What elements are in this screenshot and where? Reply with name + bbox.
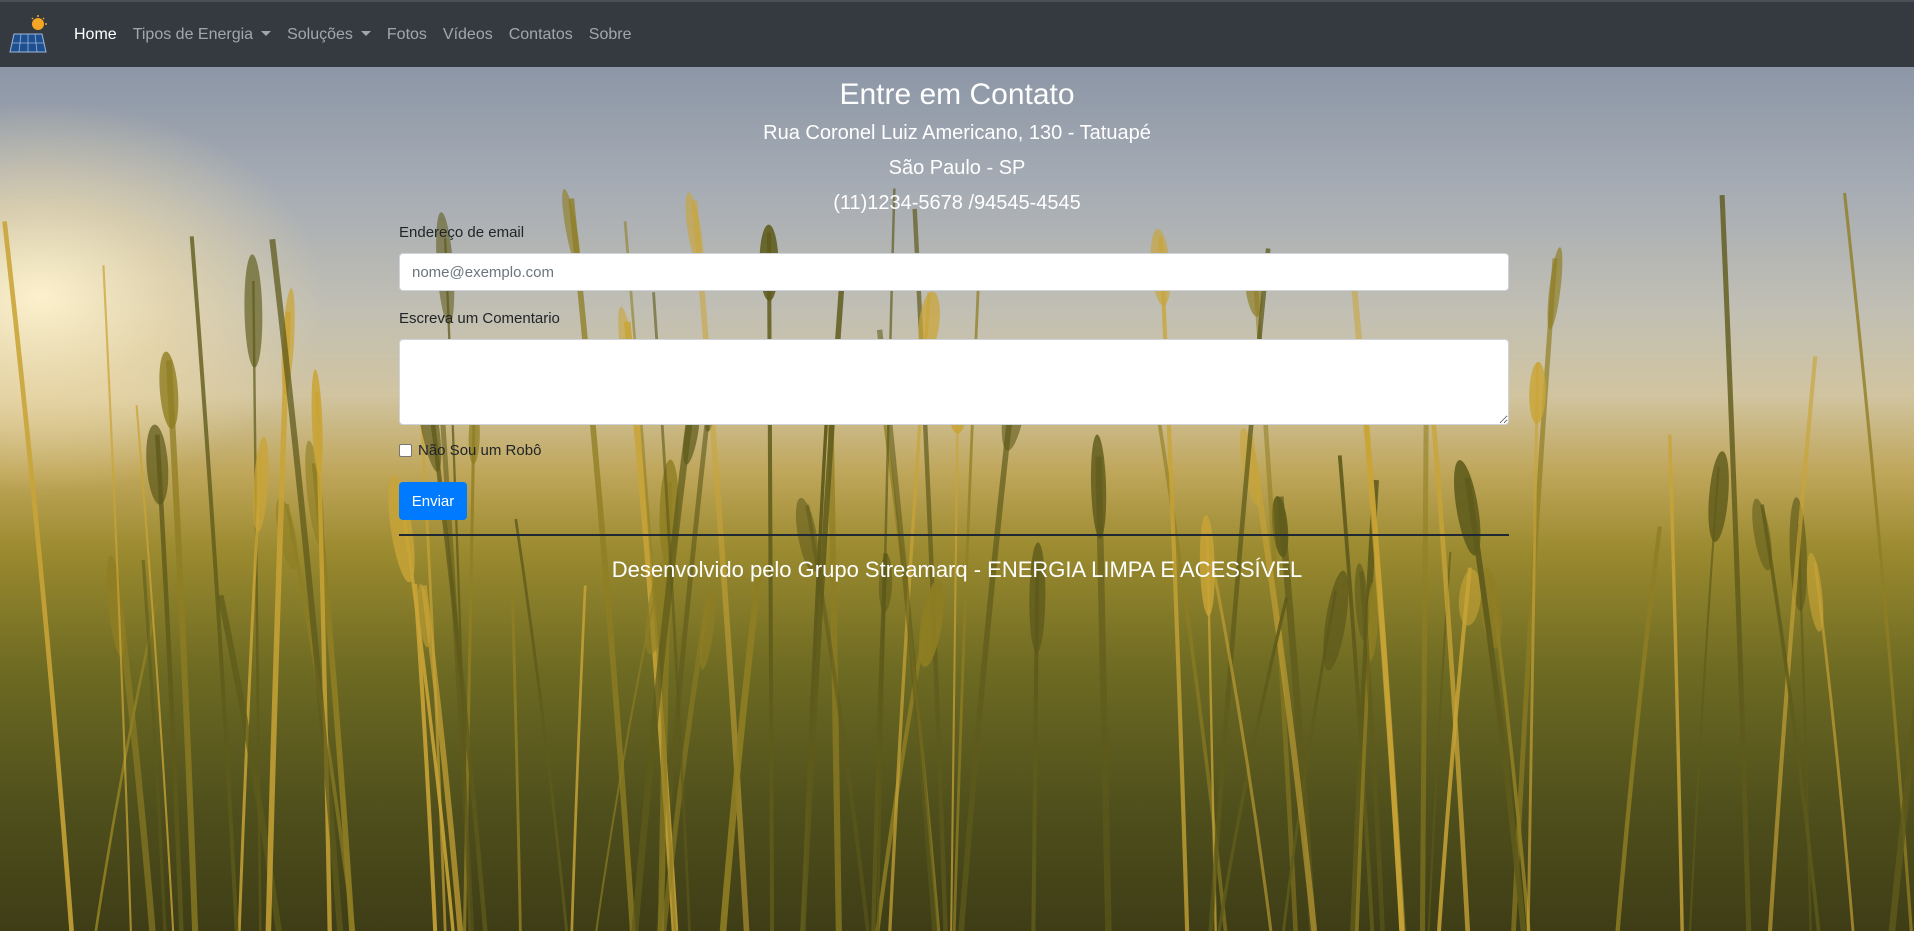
nav-videos[interactable]: Vídeos (443, 26, 493, 44)
nav-home[interactable]: Home (74, 26, 117, 44)
nav-fotos[interactable]: Fotos (387, 26, 427, 44)
nav-tipos-de-energia-dropdown[interactable]: Tipos de Energia (132, 25, 272, 44)
nav-tipos-de-energia-label: Tipos de Energia (132, 25, 254, 43)
comment-textarea[interactable] (399, 339, 1509, 425)
caret-down-icon (360, 31, 371, 36)
nav-contatos-label: Contatos (508, 25, 573, 43)
caret-down-icon (261, 31, 272, 36)
submit-button[interactable]: Enviar (399, 482, 467, 520)
not-robot-checkbox[interactable] (399, 444, 412, 457)
footer-text: Desenvolvido pelo Grupo Streamarq - ENER… (611, 557, 1303, 582)
email-field[interactable] (399, 253, 1509, 291)
email-label: Endereço de email (399, 224, 525, 241)
not-robot-label: Não Sou um Robô (418, 442, 542, 459)
contact-address: Rua Coronel Luiz Americano, 130 - Tatuap… (763, 122, 1151, 144)
page-title: Entre em Contato (839, 78, 1075, 111)
nav-contatos[interactable]: Contatos (509, 26, 573, 44)
top-navbar: Home Tipos de Energia Soluções Fotos Víd… (0, 0, 1914, 67)
solar-panel-sun-logo-icon[interactable] (9, 14, 51, 56)
contact-phone: (11)1234-5678 /94545-4545 (833, 192, 1081, 214)
contact-section: Entre em Contato Rua Coronel Luiz Americ… (0, 67, 1914, 931)
contact-city: São Paulo - SP (888, 157, 1026, 179)
nav-home-label: Home (74, 25, 117, 43)
nav-sobre[interactable]: Sobre (589, 26, 632, 44)
nav-solucoes-label: Soluções (287, 25, 353, 43)
nav-videos-label: Vídeos (442, 25, 493, 43)
nav-solucoes-dropdown[interactable]: Soluções (287, 26, 371, 44)
nav-sobre-label: Sobre (588, 25, 632, 43)
footer-divider (399, 534, 1509, 536)
robot-check-row: Não Sou um Robô (399, 442, 541, 459)
nav-fotos-label: Fotos (386, 25, 427, 43)
comment-label: Escreva um Comentario (399, 310, 560, 327)
